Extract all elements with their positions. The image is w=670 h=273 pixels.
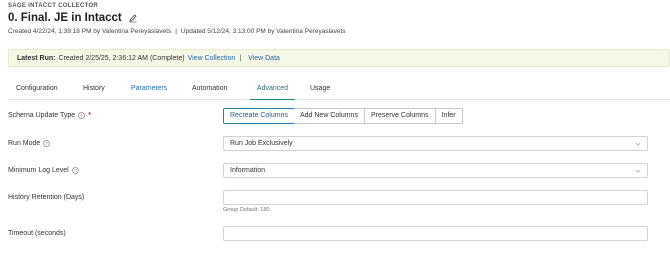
svg-text:?: ? — [46, 141, 49, 146]
minimum-log-level-label: Minimum Log Level ? — [8, 167, 79, 174]
minimum-log-level-value: Information — [230, 167, 266, 174]
tab-automation[interactable]: Automation — [192, 84, 227, 100]
meta-separator: | — [175, 28, 177, 35]
help-icon[interactable]: ? — [71, 167, 79, 174]
run-mode-select[interactable]: Run Job Exclusively — [223, 136, 648, 151]
tab-configuration[interactable]: Configuration — [16, 84, 58, 100]
tab-advanced[interactable]: Advanced — [250, 84, 295, 100]
tab-history[interactable]: History — [83, 84, 105, 100]
tab-parameters[interactable]: Parameters — [131, 84, 167, 100]
run-mode-text: Run Mode — [8, 140, 41, 147]
minimum-log-level-select[interactable]: Information — [223, 163, 648, 178]
history-retention-hint: Group Default: 180 — [223, 207, 270, 213]
run-mode-value: Run Job Exclusively — [230, 140, 293, 147]
recreate-columns-option[interactable]: Recreate Columns — [223, 108, 295, 124]
latest-run-label: Latest Run: — [17, 54, 56, 62]
collector-type-label: SAGE INTACCT COLLECTOR — [8, 3, 99, 9]
view-collection-link[interactable]: View Collection — [188, 55, 236, 62]
latest-run-text: Created 2/25/25, 2:36:12 AM (Complete) — [58, 54, 185, 62]
preserve-columns-option[interactable]: Preserve Columns — [364, 109, 436, 123]
timeout-input[interactable] — [223, 226, 648, 241]
required-marker: * — [88, 112, 91, 119]
metadata-line: Created 4/22/24, 1:39:18 PM by Valentina… — [8, 28, 346, 35]
timeout-label: Timeout (seconds) — [8, 230, 66, 237]
svg-text:?: ? — [74, 168, 77, 173]
schema-update-type-text: Schema Update Type — [8, 112, 76, 119]
svg-text:?: ? — [80, 113, 83, 118]
help-icon[interactable]: ? — [78, 112, 85, 119]
latest-run-banner: Latest Run: Created 2/25/25, 2:36:12 AM … — [8, 49, 670, 67]
page-title: 0. Final. JE in Intacct — [8, 12, 122, 24]
view-data-link[interactable]: View Data — [248, 55, 280, 62]
infer-option[interactable]: Infer — [435, 109, 462, 123]
chevron-down-icon — [635, 142, 641, 146]
history-retention-label: History Retention (Days) — [8, 194, 84, 201]
minimum-log-level-text: Minimum Log Level — [8, 167, 69, 174]
created-info: Created 4/22/24, 1:39:18 PM by Valentina… — [8, 28, 172, 35]
updated-info: Updated 5/12/24, 3:13:00 PM by Valentina… — [180, 28, 346, 35]
tab-bar: Configuration History Parameters Automat… — [8, 84, 670, 100]
schema-update-type-label: Schema Update Type ? * — [8, 112, 91, 119]
edit-pencil-icon[interactable] — [128, 13, 138, 23]
tab-usage[interactable]: Usage — [310, 84, 330, 100]
help-icon[interactable]: ? — [43, 140, 51, 147]
chevron-down-icon — [635, 169, 641, 173]
timeout-text: Timeout (seconds) — [8, 230, 66, 237]
schema-update-type-selector: Recreate Columns Add New Columns Preserv… — [223, 108, 463, 124]
latest-run-separator: | — [239, 54, 242, 62]
title-row: 0. Final. JE in Intacct — [8, 12, 138, 24]
history-retention-text: History Retention (Days) — [8, 194, 85, 201]
run-mode-label: Run Mode ? — [8, 140, 51, 147]
history-retention-input[interactable] — [223, 190, 648, 205]
add-new-columns-option[interactable]: Add New Columns — [293, 109, 365, 123]
